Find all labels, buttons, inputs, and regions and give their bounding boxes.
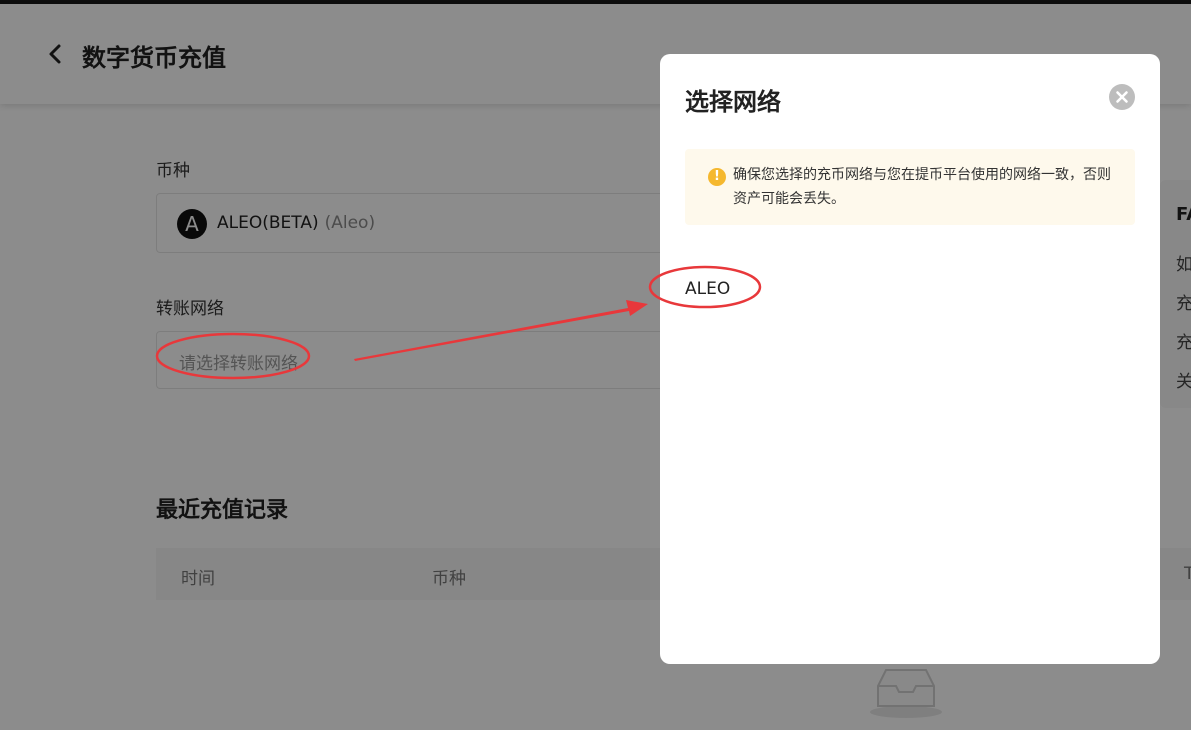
warning-icon: ! [708, 168, 726, 186]
close-icon [1116, 91, 1128, 103]
close-button[interactable] [1109, 84, 1135, 110]
network-option-aleo[interactable]: ALEO [685, 279, 730, 299]
select-network-dialog: 选择网络 ! 确保您选择的充币网络与您在提币平台使用的网络一致，否则资产可能会丢… [660, 54, 1160, 664]
dialog-title: 选择网络 [685, 88, 781, 116]
warning-text: 确保您选择的充币网络与您在提币平台使用的网络一致，否则资产可能会丢失。 [733, 167, 1111, 207]
warning-notice: ! 确保您选择的充币网络与您在提币平台使用的网络一致，否则资产可能会丢失。 [685, 149, 1135, 225]
